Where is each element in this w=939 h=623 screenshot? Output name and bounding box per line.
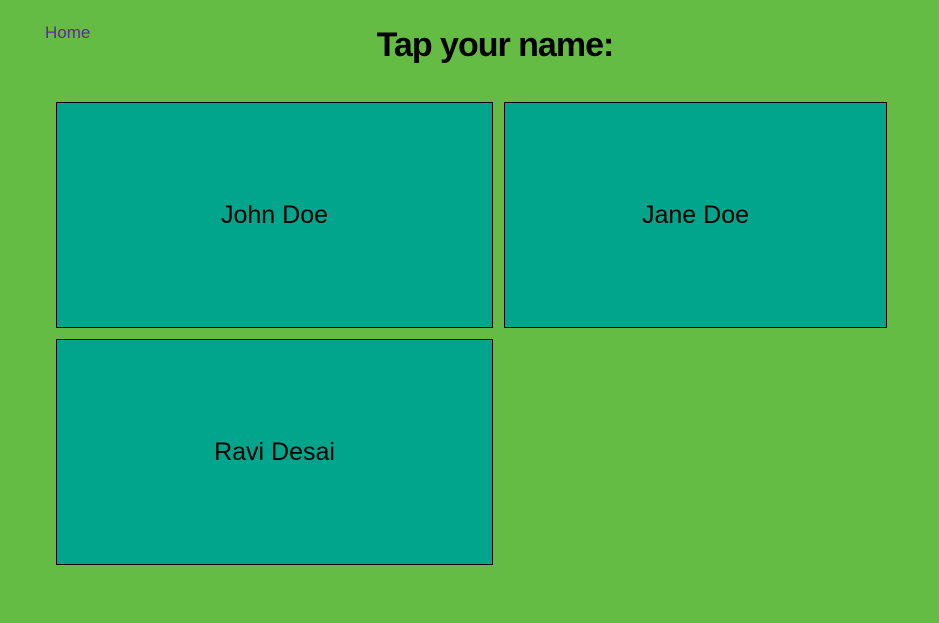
page-title: Tap your name: (376, 26, 615, 64)
person-tile-john-doe[interactable]: John Doe (56, 102, 493, 328)
person-name: Ravi Desai (214, 437, 335, 466)
person-tile-jane-doe[interactable]: Jane Doe (504, 102, 887, 328)
person-tile-ravi-desai[interactable]: Ravi Desai (56, 339, 493, 565)
person-name: Jane Doe (641, 200, 750, 229)
person-name: John Doe (220, 200, 329, 229)
